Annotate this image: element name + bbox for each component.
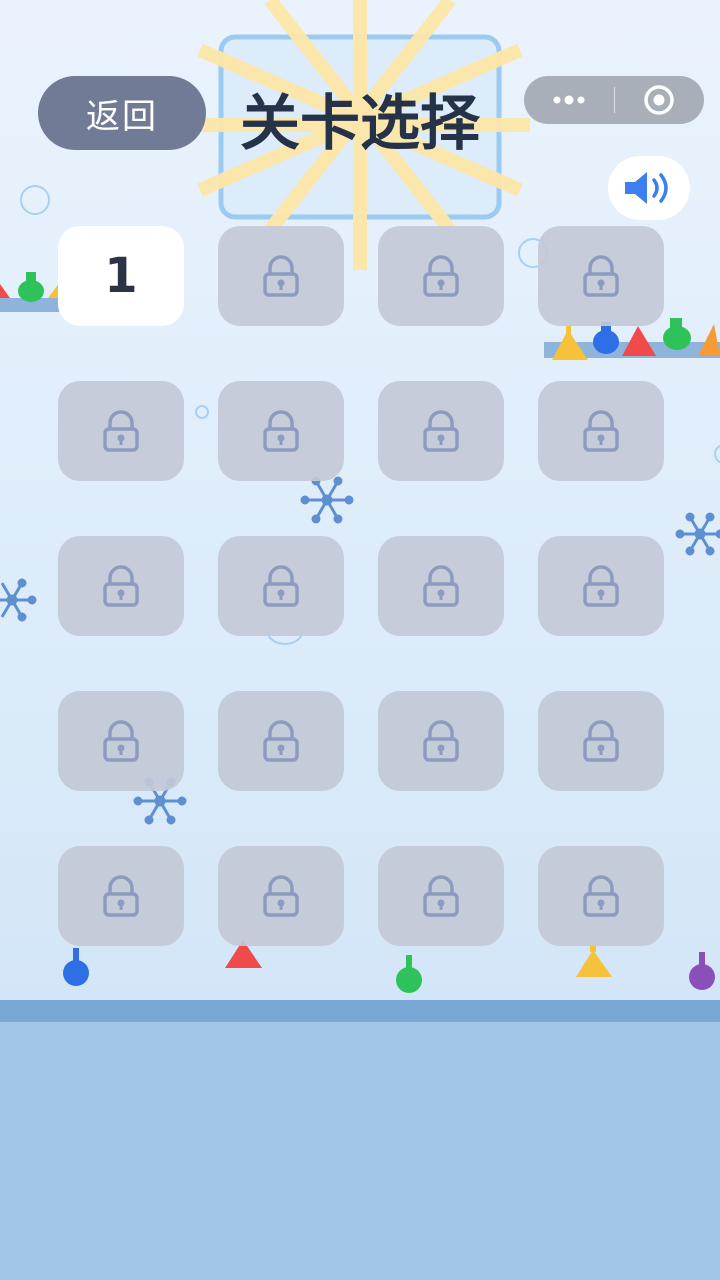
level-button-locked[interactable] xyxy=(538,536,664,636)
lock-icon xyxy=(583,875,619,917)
level-button-locked[interactable] xyxy=(58,381,184,481)
lock-icon xyxy=(103,410,139,452)
back-button[interactable]: 返回 xyxy=(38,76,206,150)
level-button-locked[interactable] xyxy=(378,381,504,481)
lock-icon xyxy=(423,875,459,917)
lock-icon xyxy=(263,875,299,917)
mini-program-capsule xyxy=(524,76,704,124)
lock-icon xyxy=(583,410,619,452)
lock-icon xyxy=(583,565,619,607)
level-button-locked[interactable] xyxy=(58,691,184,791)
lock-icon xyxy=(583,720,619,762)
level-button-locked[interactable] xyxy=(378,846,504,946)
level-button-locked[interactable] xyxy=(538,381,664,481)
level-number: 1 xyxy=(104,248,138,304)
lock-icon xyxy=(103,565,139,607)
page-title: 关卡选择 xyxy=(240,89,480,159)
lock-icon xyxy=(103,720,139,762)
lock-icon xyxy=(263,565,299,607)
level-button-locked[interactable] xyxy=(218,226,344,326)
more-button[interactable] xyxy=(524,76,614,124)
level-button-locked[interactable] xyxy=(378,226,504,326)
level-button[interactable]: 1 xyxy=(58,226,184,326)
bottom-flasks xyxy=(63,940,715,993)
lock-icon xyxy=(583,255,619,297)
lock-icon xyxy=(263,410,299,452)
level-button-locked[interactable] xyxy=(538,226,664,326)
lock-icon xyxy=(423,255,459,297)
ground-edge xyxy=(0,1000,720,1022)
level-button-locked[interactable] xyxy=(58,536,184,636)
more-dots-icon xyxy=(553,95,585,105)
level-button-locked[interactable] xyxy=(218,691,344,791)
level-button-locked[interactable] xyxy=(58,846,184,946)
level-button-locked[interactable] xyxy=(218,381,344,481)
level-button-locked[interactable] xyxy=(378,536,504,636)
level-button-locked[interactable] xyxy=(538,846,664,946)
level-button-locked[interactable] xyxy=(378,691,504,791)
level-button-locked[interactable] xyxy=(218,536,344,636)
level-grid: 1 xyxy=(58,226,664,946)
lock-icon xyxy=(423,720,459,762)
lock-icon xyxy=(103,875,139,917)
level-button-locked[interactable] xyxy=(538,691,664,791)
lock-icon xyxy=(423,565,459,607)
close-button[interactable] xyxy=(615,76,705,124)
level-button-locked[interactable] xyxy=(218,846,344,946)
close-target-icon xyxy=(644,85,674,115)
lock-icon xyxy=(263,255,299,297)
lock-icon xyxy=(423,410,459,452)
speaker-icon xyxy=(625,172,668,204)
ground xyxy=(0,1022,720,1280)
sound-toggle-button[interactable] xyxy=(608,156,690,220)
lock-icon xyxy=(263,720,299,762)
